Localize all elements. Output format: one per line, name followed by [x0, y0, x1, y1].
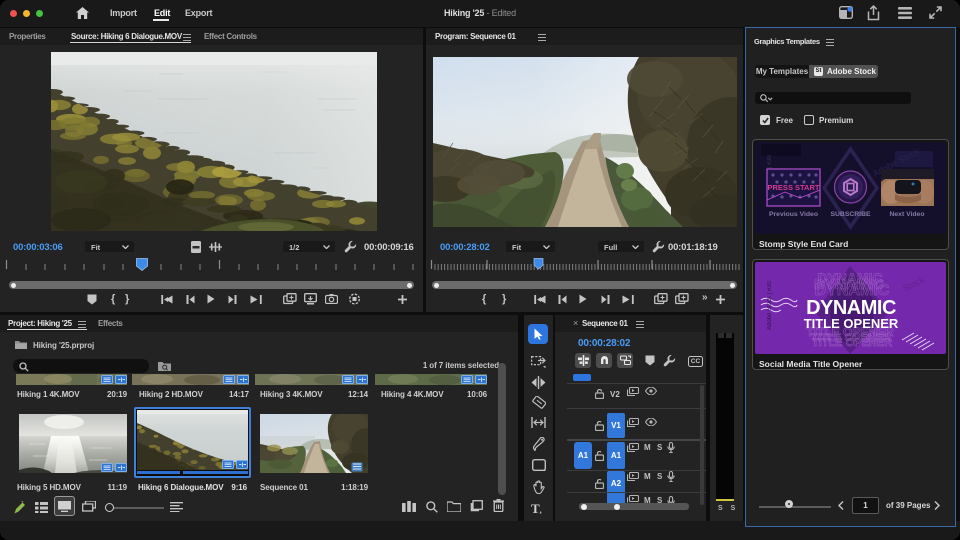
svg-text:SUBSCRIBE: SUBSCRIBE: [830, 211, 870, 218]
svg-text:DYNAMIC: DYNAMIC: [814, 276, 884, 293]
svg-text:Previous Video: Previous Video: [769, 211, 818, 218]
svg-text:Next Video: Next Video: [889, 211, 924, 218]
svg-text:PRESS START: PRESS START: [768, 183, 820, 192]
svg-text:TITLE OPENER: TITLE OPENER: [811, 332, 891, 344]
svg-text:Adobe Stock | #30: Adobe Stock | #30: [767, 280, 773, 330]
svg-text:TITLE OPENER: TITLE OPENER: [804, 316, 899, 331]
